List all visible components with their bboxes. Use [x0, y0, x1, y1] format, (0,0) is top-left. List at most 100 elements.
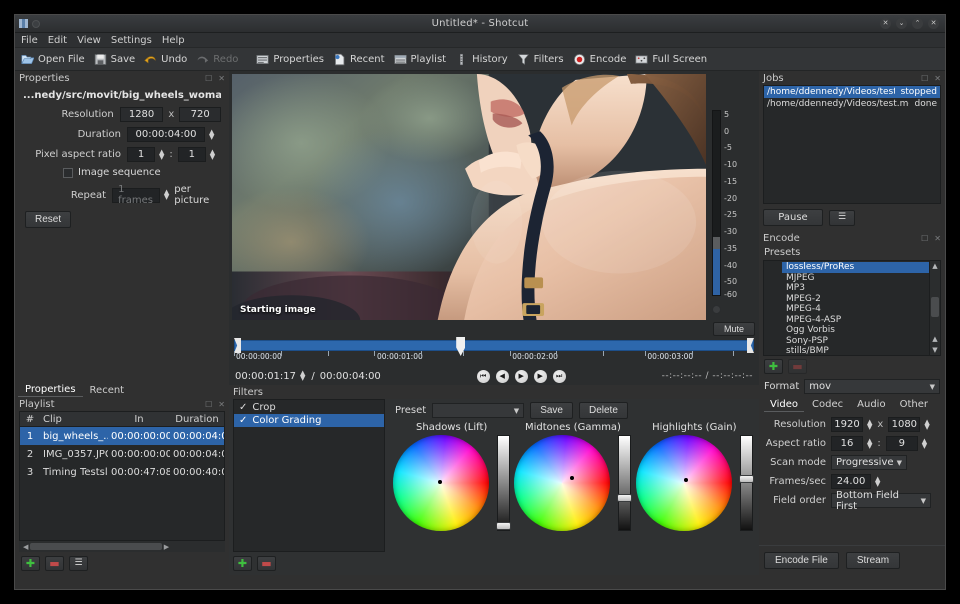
toolbar-save[interactable]: Save: [91, 51, 142, 68]
shadows-slider-thumb[interactable]: [496, 522, 512, 531]
midtones-level-slider[interactable]: [617, 435, 633, 531]
filter-checkbox[interactable]: ✓: [239, 402, 247, 413]
save-preset-button[interactable]: Save: [530, 402, 573, 419]
list-item[interactable]: MPEG-4-ASP: [782, 315, 929, 326]
playlist-remove-button[interactable]: ▬: [45, 556, 64, 571]
table-row[interactable]: 1 big_wheels_... 00:00:00:00 00:00:04:00: [20, 427, 224, 445]
jobs-pause-button[interactable]: Pause: [763, 209, 823, 226]
presets-list[interactable]: lossless/ProRes MJPEG MP3 MPEG-2 MPEG-4 …: [763, 260, 941, 356]
highlights-slider-thumb[interactable]: [738, 475, 754, 484]
encode-height-spinner-icon[interactable]: ▲ ▼: [924, 418, 929, 430]
jobs-menu-button[interactable]: ☰: [829, 209, 855, 226]
encode-height-field[interactable]: 1080: [888, 417, 921, 432]
toolbar-recent[interactable]: Recent: [330, 51, 391, 68]
scrub-bar[interactable]: 00:00:00:00 00:00:01:00 00:00:02:00 00:0…: [234, 337, 754, 367]
presets-scrollbar[interactable]: ▲ ▲ ▼: [929, 261, 940, 355]
tab-recent[interactable]: Recent: [83, 384, 132, 397]
highlights-wheel-handle[interactable]: [683, 478, 688, 483]
skip-next-button[interactable]: ⏭: [552, 369, 566, 383]
menu-view[interactable]: View: [77, 35, 101, 46]
shadows-color-wheel[interactable]: [393, 435, 490, 531]
par-den-spinner-icon[interactable]: ▲ ▼: [210, 148, 215, 160]
float-icon[interactable]: ☐: [921, 234, 928, 243]
encode-scan-combobox[interactable]: Progressive ▼: [831, 455, 907, 470]
encode-width-field[interactable]: 1920: [831, 417, 863, 432]
close-icon[interactable]: ✕: [218, 400, 225, 409]
tab-video[interactable]: Video: [764, 398, 805, 412]
list-item[interactable]: lossless/ProRes: [782, 262, 929, 273]
scrub-track[interactable]: [234, 340, 754, 351]
duration-spinner-icon[interactable]: ▲ ▼: [209, 128, 214, 140]
jobs-list[interactable]: /home/ddennedy/Videos/test.mov stopped /…: [763, 85, 941, 204]
scroll-right-icon[interactable]: ▶: [162, 543, 171, 551]
tab-other[interactable]: Other: [894, 398, 934, 412]
close-icon[interactable]: ✕: [934, 74, 941, 83]
list-item[interactable]: /home/ddennedy/Videos/test.mov stopped: [764, 86, 940, 98]
scroll-down-icon[interactable]: ▼: [930, 346, 940, 354]
menu-file[interactable]: File: [21, 35, 38, 46]
list-item[interactable]: Ogg Vorbis: [782, 325, 929, 336]
toolbar-properties[interactable]: Properties: [253, 51, 330, 68]
encode-fps-spinner-icon[interactable]: ▲ ▼: [875, 475, 880, 487]
playlist-add-button[interactable]: ✚: [21, 556, 40, 571]
scroll-up-icon-2[interactable]: ▲: [930, 335, 940, 343]
list-item[interactable]: Sony-PSP: [782, 336, 929, 347]
encode-field-order-combobox[interactable]: Bottom Field First ▼: [831, 490, 931, 512]
add-preset-button[interactable]: ✚: [764, 359, 783, 374]
toolbar-open-file[interactable]: Open File: [18, 51, 91, 68]
shadows-level-slider[interactable]: [496, 435, 512, 531]
midtones-color-wheel[interactable]: [514, 435, 611, 531]
toolbar-history[interactable]: History: [452, 51, 514, 68]
toolbar-full-screen[interactable]: Full Screen: [632, 51, 713, 68]
audio-meter-handle[interactable]: [712, 305, 721, 314]
menu-edit[interactable]: Edit: [48, 35, 67, 46]
shadows-wheel-handle[interactable]: [438, 480, 443, 485]
play-button[interactable]: ▶: [514, 369, 528, 383]
toolbar-undo[interactable]: Undo: [141, 51, 193, 68]
preset-combobox[interactable]: ▼: [432, 403, 525, 418]
par-den-field[interactable]: 1: [177, 147, 206, 162]
midtones-wheel-handle[interactable]: [570, 476, 575, 481]
table-row[interactable]: 2 IMG_0357.JPG 00:00:00:00 00:00:04:00: [20, 445, 224, 463]
playlist-table[interactable]: # Clip In Duration 1 big_wheels_... 00:0…: [19, 411, 225, 541]
resolution-width-field[interactable]: 1280: [119, 107, 164, 122]
add-filter-button[interactable]: ✚: [233, 556, 252, 571]
float-icon[interactable]: ☐: [205, 400, 212, 409]
close-icon[interactable]: ✕: [218, 74, 225, 83]
midtones-slider-thumb[interactable]: [617, 494, 633, 503]
format-combobox[interactable]: mov ▼: [804, 379, 940, 394]
list-item[interactable]: ✓ Color Grading: [234, 414, 384, 427]
list-item[interactable]: MP3: [782, 283, 929, 294]
current-timecode[interactable]: 00:00:01:17: [235, 371, 296, 382]
fast-forward-button[interactable]: ▶: [533, 369, 547, 383]
reset-button[interactable]: Reset: [25, 211, 72, 228]
scrollbar-thumb[interactable]: [931, 296, 939, 318]
float-icon[interactable]: ☐: [205, 74, 212, 83]
encode-file-button[interactable]: Encode File: [764, 552, 839, 569]
remove-filter-button[interactable]: ▬: [257, 556, 276, 571]
filter-list[interactable]: ✓ Crop ✓ Color Grading: [233, 399, 385, 552]
list-item[interactable]: MPEG-4: [782, 304, 929, 315]
encode-aspect-num-field[interactable]: 16: [831, 436, 863, 451]
encode-aspect-den-spinner-icon[interactable]: ▲ ▼: [922, 437, 927, 449]
highlights-level-slider[interactable]: [738, 435, 754, 531]
playlist-horizontal-scrollbar[interactable]: ◀ ▶: [19, 541, 225, 552]
playlist-menu-button[interactable]: ☰: [69, 556, 88, 571]
table-row[interactable]: 3 Timing Testsl... 00:00:47:08 00:00:40:…: [20, 463, 224, 481]
resolution-height-field[interactable]: 720: [179, 107, 222, 122]
par-num-field[interactable]: 1: [127, 147, 155, 162]
filter-checkbox[interactable]: ✓: [239, 415, 247, 426]
tab-codec[interactable]: Codec: [806, 398, 849, 412]
float-icon[interactable]: ☐: [921, 74, 928, 83]
video-preview[interactable]: Starting image: [232, 74, 706, 320]
tab-audio[interactable]: Audio: [851, 398, 891, 412]
mute-button[interactable]: Mute: [712, 321, 755, 336]
list-item[interactable]: stills/BMP: [782, 346, 929, 355]
toolbar-filters[interactable]: Filters: [514, 51, 570, 68]
menu-settings[interactable]: Settings: [111, 35, 152, 46]
skip-previous-button[interactable]: ⏮: [476, 369, 490, 383]
tab-properties[interactable]: Properties: [18, 383, 83, 397]
scrollbar-thumb[interactable]: [30, 543, 162, 550]
list-item[interactable]: MPEG-2: [782, 294, 929, 305]
list-item[interactable]: ✓ Crop: [234, 401, 384, 414]
